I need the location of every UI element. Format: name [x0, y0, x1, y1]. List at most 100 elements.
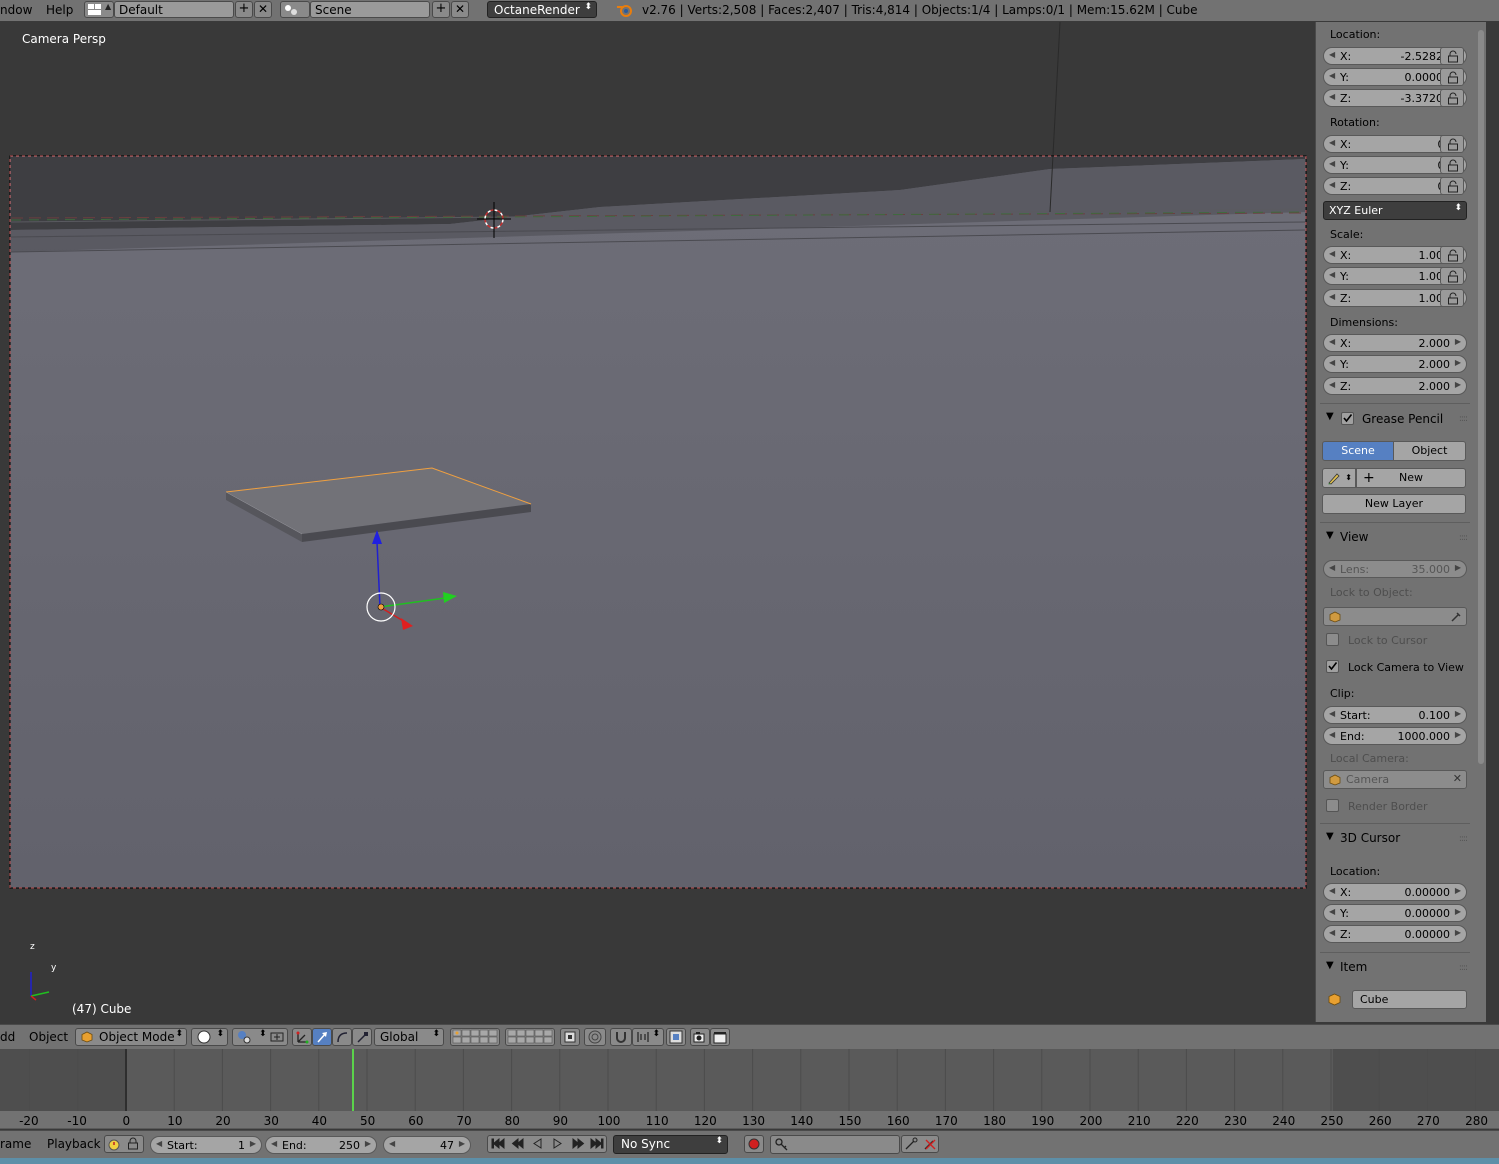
- panel-scrollbar[interactable]: [1478, 30, 1484, 764]
- opengl-animation-button[interactable]: [710, 1028, 730, 1046]
- start-frame-field[interactable]: ◀ Start: 1 ▶: [150, 1136, 262, 1154]
- menu-help[interactable]: Help: [46, 3, 73, 17]
- lock-icon[interactable]: [1440, 68, 1464, 86]
- object-name-field[interactable]: Cube: [1352, 990, 1467, 1009]
- pencil-datablock-select[interactable]: ⬍: [1322, 468, 1356, 488]
- end-frame-field[interactable]: ◀ End: 250 ▶: [265, 1136, 377, 1154]
- view-section-header[interactable]: ▼ View ::::: [1326, 530, 1471, 548]
- lock-to-cursor-label: Lock to Cursor: [1348, 634, 1428, 647]
- proportional-edit-button[interactable]: [584, 1028, 606, 1046]
- grease-pencil-object-tab[interactable]: Object: [1393, 441, 1466, 461]
- opengl-render-button[interactable]: [690, 1028, 710, 1046]
- camera-view-area: [10, 156, 1306, 888]
- snap-target-button[interactable]: [666, 1028, 686, 1046]
- render-border-label: Render Border: [1348, 800, 1428, 813]
- render-engine-select[interactable]: OctaneRender ⬍: [487, 1, 597, 18]
- 3d-cursor-title: 3D Cursor: [1340, 831, 1401, 845]
- lock-scene-icon: [564, 1031, 576, 1043]
- remove-layout-button[interactable]: ✕: [254, 1, 272, 18]
- layer-buttons-a[interactable]: [450, 1028, 500, 1046]
- layer-buttons-b[interactable]: [505, 1028, 555, 1046]
- dimensions-x-field[interactable]: ◀ X: 2.000 ▶: [1323, 334, 1467, 352]
- screen-layout-icon[interactable]: ▲: [84, 1, 114, 18]
- remove-scene-button[interactable]: ✕: [451, 1, 469, 18]
- clear-icon[interactable]: ✕: [1453, 772, 1462, 785]
- viewport-canvas[interactable]: [0, 22, 1313, 1022]
- drag-grip-icon[interactable]: ::::: [1459, 533, 1468, 543]
- menu-object[interactable]: Object: [29, 1030, 68, 1044]
- menu-frame[interactable]: rame: [0, 1137, 31, 1151]
- scene-icon[interactable]: [280, 1, 310, 18]
- clip-end-field[interactable]: ◀ End: 1000.000 ▶: [1323, 727, 1467, 745]
- orientation-label: Global: [380, 1030, 419, 1044]
- 3d-viewport[interactable]: [0, 22, 1313, 1022]
- layout-name-field[interactable]: Default: [114, 1, 234, 18]
- lock-icon[interactable]: [1440, 156, 1464, 174]
- snap-toggle-button[interactable]: [610, 1028, 632, 1046]
- dimensions-z-field[interactable]: ◀ Z: 2.000 ▶: [1323, 377, 1467, 395]
- grease-pencil-scene-tab[interactable]: Scene: [1322, 441, 1394, 461]
- menu-playback[interactable]: Playback: [47, 1137, 101, 1151]
- drag-grip-icon[interactable]: ::::: [1459, 834, 1468, 844]
- scale-manipulator-button[interactable]: [352, 1028, 372, 1046]
- drag-grip-icon[interactable]: ::::: [1459, 963, 1468, 973]
- cursor-y-field[interactable]: ◀ Y: 0.00000 ▶: [1323, 904, 1467, 922]
- manipulator-toggle[interactable]: [292, 1028, 312, 1046]
- lens-field[interactable]: ◀ Lens: 35.000 ▶: [1323, 560, 1467, 578]
- lock-icon[interactable]: [1440, 246, 1464, 264]
- timeline-tick-label: 120: [693, 1114, 717, 1128]
- menu-add[interactable]: dd: [0, 1030, 15, 1044]
- viewport-shading-select[interactable]: ⬍: [191, 1028, 228, 1046]
- keying-options[interactable]: [104, 1135, 144, 1153]
- lock-layers-button[interactable]: [560, 1028, 580, 1046]
- scene-name-field[interactable]: Scene: [310, 1, 430, 18]
- dimensions-y-field[interactable]: ◀ Y: 2.000 ▶: [1323, 355, 1467, 373]
- item-section-header[interactable]: ▼ Item ::::: [1326, 960, 1471, 978]
- new-layer-button[interactable]: New Layer: [1322, 494, 1466, 514]
- add-layout-button[interactable]: +: [235, 1, 253, 18]
- transform-orientation-select[interactable]: Global ⬍: [374, 1028, 444, 1046]
- cursor-x-field[interactable]: ◀ X: 0.00000 ▶: [1323, 883, 1467, 901]
- pencil-icon: [1328, 473, 1340, 485]
- timeline-current-frame-cursor[interactable]: [351, 1049, 354, 1111]
- keyframe-insert-delete[interactable]: [901, 1135, 939, 1153]
- rotate-manipulator-button[interactable]: [332, 1028, 352, 1046]
- clip-start-field[interactable]: ◀ Start: 0.100 ▶: [1323, 706, 1467, 724]
- playback-controls[interactable]: [487, 1135, 607, 1153]
- lock-icon[interactable]: [1440, 267, 1464, 285]
- lock-icon[interactable]: [1440, 89, 1464, 107]
- lock-camera-checkbox[interactable]: [1326, 660, 1339, 673]
- active-object-label: (47) Cube: [72, 1002, 132, 1016]
- auto-keyframe-button[interactable]: [744, 1135, 764, 1153]
- keying-set-field[interactable]: [770, 1135, 900, 1154]
- lock-icon[interactable]: [1440, 177, 1464, 195]
- lock-icon[interactable]: [1440, 47, 1464, 65]
- timeline-tick-label: 230: [1224, 1114, 1247, 1128]
- lock-icon[interactable]: [1440, 135, 1464, 153]
- menu-window[interactable]: ndow: [0, 3, 32, 17]
- add-scene-button[interactable]: +: [432, 1, 450, 18]
- snap-element-select[interactable]: ⬍: [632, 1028, 664, 1046]
- translate-manipulator-button[interactable]: [312, 1028, 332, 1046]
- insert-keyframe-icon: [905, 1137, 918, 1150]
- timeline-tick-label: 190: [1031, 1114, 1055, 1128]
- mode-select[interactable]: Object Mode ⬍: [75, 1028, 187, 1046]
- timeline-tick-label: 160: [886, 1114, 910, 1128]
- magnet-icon: [616, 1032, 626, 1043]
- local-camera-field[interactable]: Camera ✕: [1323, 770, 1467, 789]
- grease-pencil-checkbox[interactable]: [1341, 412, 1354, 425]
- lock-to-cursor-checkbox[interactable]: [1326, 633, 1339, 646]
- pivot-point-select[interactable]: ⬍: [232, 1028, 288, 1046]
- prev-keyframe-icon: [511, 1137, 524, 1150]
- render-border-checkbox[interactable]: [1326, 799, 1339, 812]
- grease-pencil-header[interactable]: ▼ Grease Pencil ::::: [1326, 411, 1471, 429]
- rotation-mode-select[interactable]: XYZ Euler ⬍: [1323, 201, 1467, 220]
- cursor-z-field[interactable]: ◀ Z: 0.00000 ▶: [1323, 925, 1467, 943]
- lock-object-field[interactable]: [1323, 607, 1467, 626]
- drag-grip-icon[interactable]: ::::: [1459, 414, 1468, 424]
- lock-icon[interactable]: [1440, 289, 1464, 307]
- 3d-cursor-section-header[interactable]: ▼ 3D Cursor ::::: [1326, 831, 1471, 849]
- sync-mode-select[interactable]: No Sync ⬍: [613, 1135, 728, 1154]
- new-grease-pencil-button[interactable]: + New: [1356, 468, 1466, 488]
- current-frame-field[interactable]: ◀ 47 ▶: [383, 1136, 471, 1154]
